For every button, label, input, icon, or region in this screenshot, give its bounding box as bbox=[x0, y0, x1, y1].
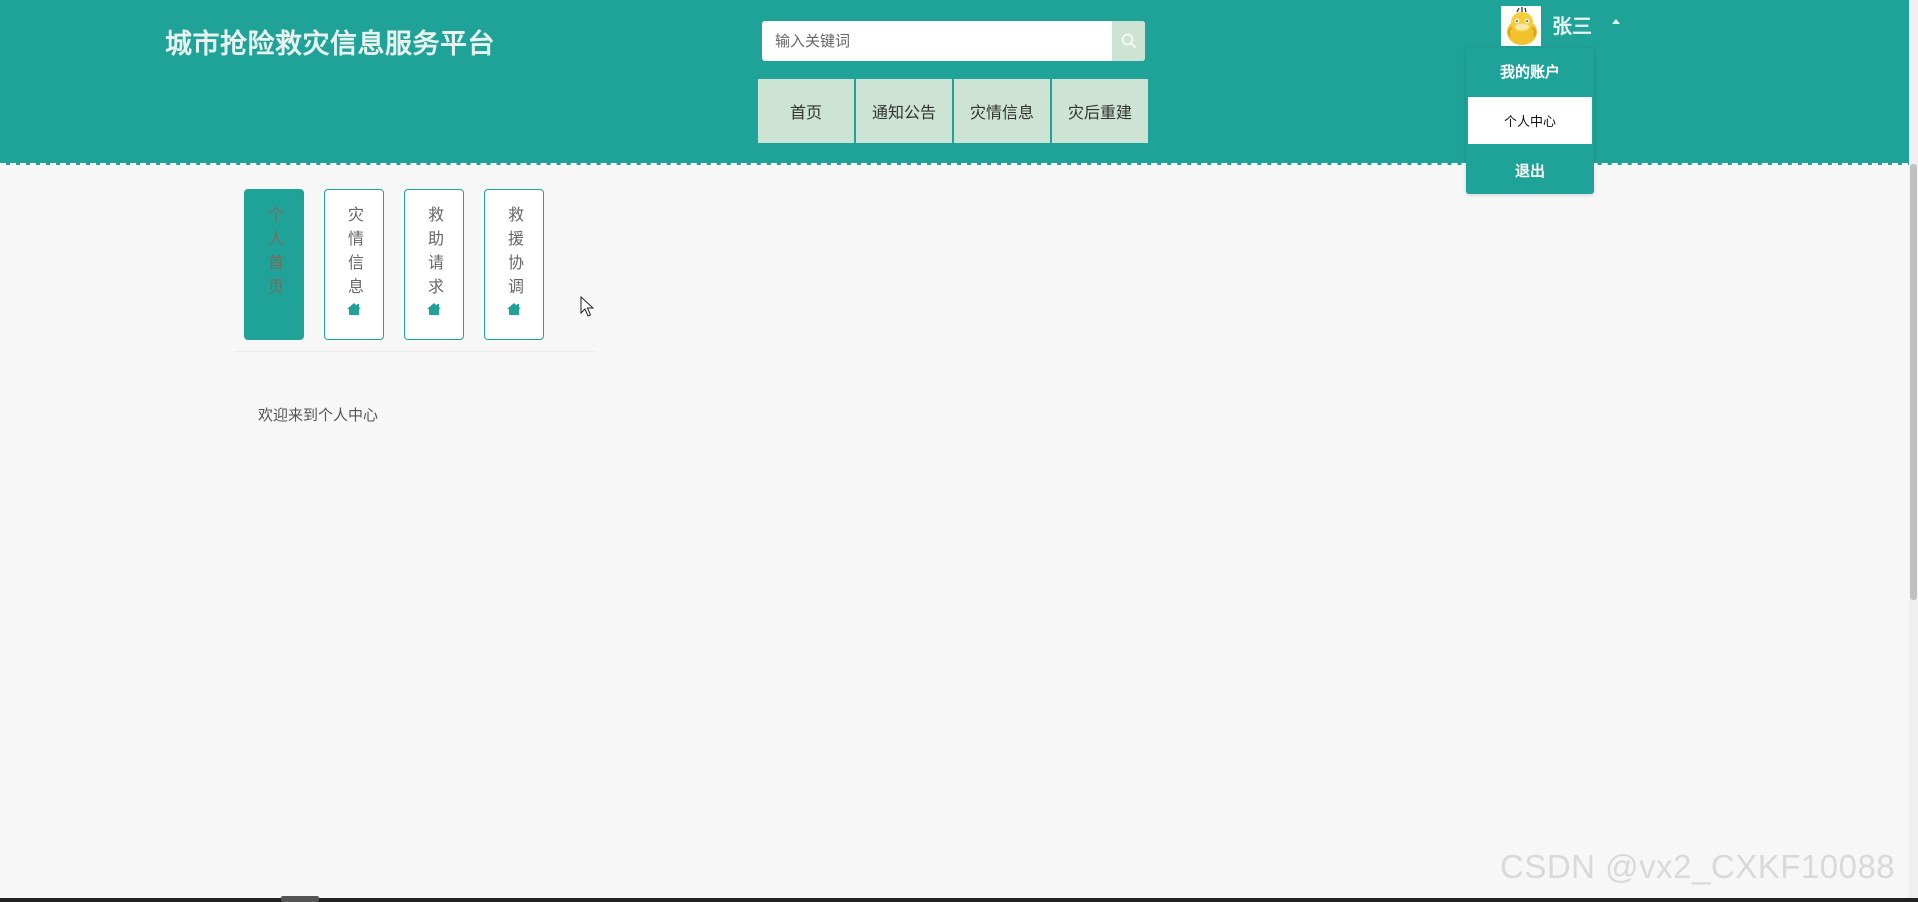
scrollbar-thumb[interactable] bbox=[1910, 164, 1917, 600]
watermark: CSDN @vx2_CXKF10088 bbox=[1500, 848, 1896, 885]
tab-rescue-request[interactable]: 救助请求 bbox=[404, 189, 464, 340]
menu-item-personal-center[interactable]: 个人中心 bbox=[1468, 97, 1592, 144]
site-title: 城市抢险救灾信息服务平台 bbox=[165, 29, 495, 60]
user-name[interactable]: 张三 bbox=[1552, 10, 1592, 39]
menu-item-logout[interactable]: 退出 bbox=[1466, 146, 1594, 194]
nav-item-home[interactable]: 首页 bbox=[758, 79, 854, 143]
tab-label: 灾情信息 bbox=[345, 206, 364, 302]
dropdown-title: 我的账户 bbox=[1499, 63, 1560, 81]
search-button[interactable] bbox=[1112, 21, 1145, 61]
home-icon bbox=[347, 303, 361, 315]
tab-disaster-info[interactable]: 灾情信息 bbox=[324, 189, 384, 340]
nav-item-reconstruction[interactable]: 灾后重建 bbox=[1052, 79, 1148, 143]
home-icon bbox=[427, 303, 441, 315]
welcome-text: 欢迎来到个人中心 bbox=[258, 406, 379, 424]
search-input[interactable] bbox=[762, 21, 1112, 61]
main-nav: 首页 通知公告 灾情信息 灾后重建 bbox=[758, 79, 1150, 143]
tab-rescue-coordination[interactable]: 救援协调 bbox=[484, 189, 544, 340]
tab-label: 救助请求 bbox=[425, 206, 444, 302]
side-tabs: 个人首页 灾情信息 救助请求 救援协调 bbox=[244, 189, 564, 340]
tabs-divider bbox=[235, 351, 595, 352]
avatar-duck-icon bbox=[1501, 6, 1541, 46]
caret-up-icon[interactable] bbox=[1612, 19, 1620, 24]
home-icon bbox=[507, 303, 521, 315]
user-dropdown-menu: 我的账户 个人中心 退出 bbox=[1466, 48, 1594, 194]
header: 城市抢险救灾信息服务平台 首页 通知公告 灾情信息 灾后重建 bbox=[0, 0, 1918, 165]
tab-personal-home[interactable]: 个人首页 bbox=[244, 189, 304, 340]
tab-label: 救援协调 bbox=[505, 206, 524, 302]
mouse-cursor-icon bbox=[580, 296, 594, 317]
avatar[interactable] bbox=[1501, 6, 1541, 46]
search-box bbox=[762, 21, 1145, 61]
bottom-tab-handle bbox=[281, 896, 319, 902]
search-icon bbox=[1121, 33, 1136, 49]
tab-label: 个人首页 bbox=[265, 206, 284, 302]
nav-item-notices[interactable]: 通知公告 bbox=[856, 79, 952, 143]
nav-item-disaster-info[interactable]: 灾情信息 bbox=[954, 79, 1050, 143]
